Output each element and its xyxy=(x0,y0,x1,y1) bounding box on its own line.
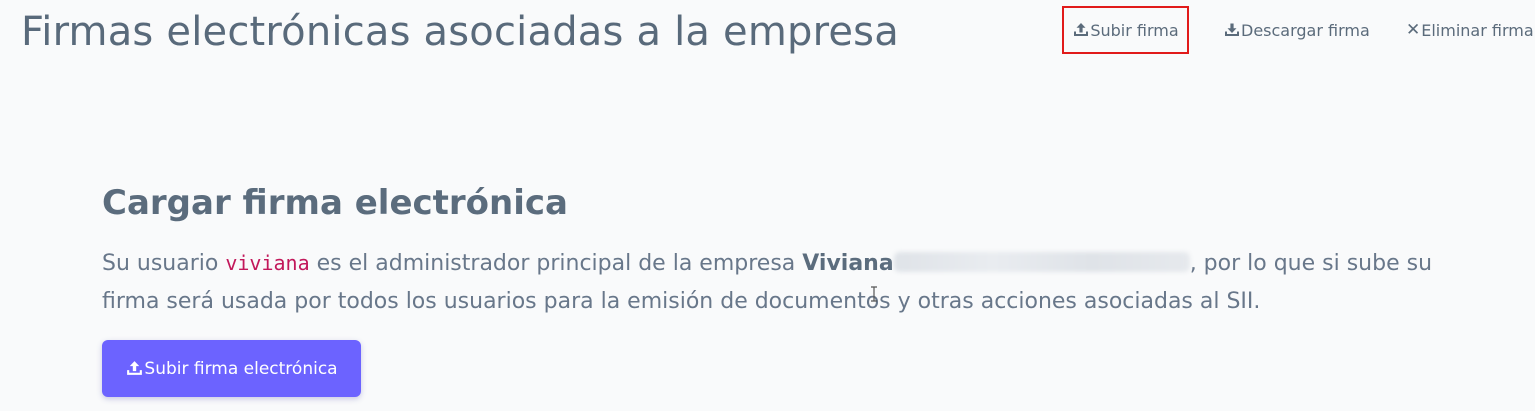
download-icon xyxy=(1223,21,1241,39)
company-name-redacted xyxy=(893,252,1190,272)
username-code: viviana xyxy=(225,251,310,275)
company-name: Viviana xyxy=(802,251,1190,276)
upload-icon xyxy=(125,359,144,378)
page-title: Firmas electrónicas asociadas a la empre… xyxy=(21,9,899,55)
upload-signature-button-label: Subir firma electrónica xyxy=(144,358,338,379)
delete-signature-link[interactable]: ✕ Eliminar firma xyxy=(1406,18,1534,42)
delete-signature-label: Eliminar firma xyxy=(1421,20,1534,40)
download-signature-label: Descargar firma xyxy=(1241,20,1370,40)
text-cursor-icon xyxy=(871,286,877,302)
download-signature-link[interactable]: Descargar firma xyxy=(1223,18,1370,42)
admin-description: Su usuario viviana es el administrador p… xyxy=(102,244,1462,321)
company-name-visible: Viviana xyxy=(802,251,894,276)
upload-signature-label: Subir firma xyxy=(1090,20,1179,40)
description-prefix: Su usuario xyxy=(102,251,226,276)
upload-signature-button[interactable]: Subir firma electrónica xyxy=(102,340,361,397)
description-middle: es el administrador principal de la empr… xyxy=(309,251,803,276)
close-icon: ✕ xyxy=(1406,19,1421,40)
upload-icon xyxy=(1072,21,1090,39)
upload-signature-link[interactable]: Subir firma xyxy=(1062,6,1189,54)
page: Firmas electrónicas asociadas a la empre… xyxy=(0,0,1535,411)
section-title: Cargar firma electrónica xyxy=(102,183,568,223)
